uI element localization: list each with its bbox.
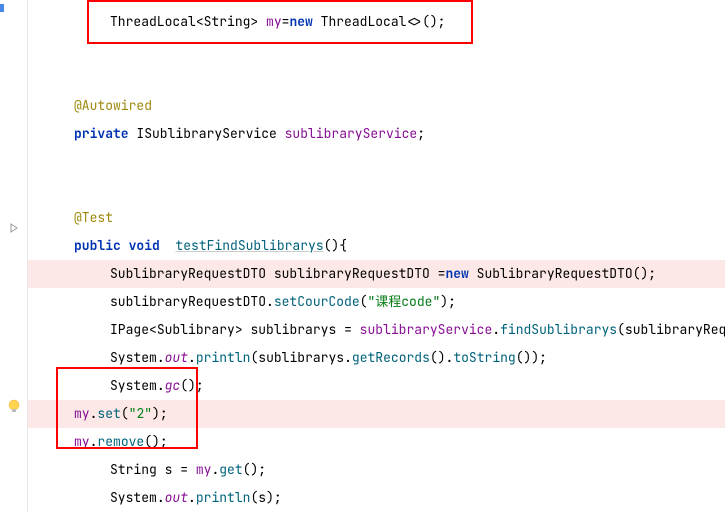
blank-line [28, 36, 725, 64]
code-line[interactable]: @Autowired [28, 92, 725, 120]
code-line[interactable]: String s = my.get(); [28, 456, 725, 484]
code-line[interactable]: System.gc(); [28, 372, 725, 400]
code-line[interactable]: my.set("2"); [28, 400, 725, 428]
code-line[interactable]: my.remove(); [28, 428, 725, 456]
blank-line [28, 148, 725, 176]
code-line[interactable]: ThreadLocal<String> my=new ThreadLocal<>… [28, 8, 725, 36]
gutter [0, 0, 28, 512]
code-line[interactable]: @Test [28, 204, 725, 232]
fold-icon[interactable] [8, 222, 20, 234]
code-line[interactable]: private ISublibraryService sublibrarySer… [28, 120, 725, 148]
code-line[interactable]: IPage<Sublibrary> sublibrarys = sublibra… [28, 316, 725, 344]
blank-line [28, 64, 725, 92]
blank-line [28, 176, 725, 204]
lightbulb-icon[interactable] [6, 398, 22, 414]
code-line[interactable]: public void testFindSublibrarys(){ [28, 232, 725, 260]
code-line[interactable]: SublibraryRequestDTO sublibraryRequestDT… [28, 260, 725, 288]
code-line[interactable]: sublibraryRequestDTO.setCourCode("课程code… [28, 288, 725, 316]
code-line[interactable]: System.out.println(s); [28, 484, 725, 512]
code-content[interactable]: ThreadLocal<String> my=new ThreadLocal<>… [28, 0, 725, 512]
change-marker [0, 4, 4, 12]
code-editor[interactable]: ThreadLocal<String> my=new ThreadLocal<>… [0, 0, 725, 512]
code-line[interactable]: System.out.println(sublibrarys.getRecord… [28, 344, 725, 372]
